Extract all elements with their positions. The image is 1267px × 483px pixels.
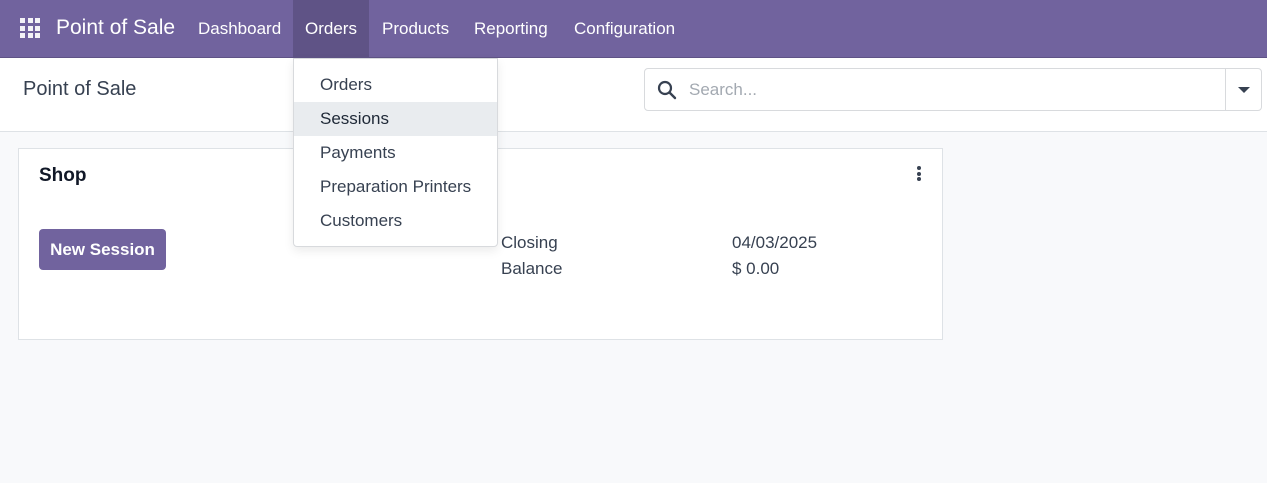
closing-label: Closing bbox=[501, 233, 558, 252]
dropdown-item-orders[interactable]: Orders bbox=[294, 68, 497, 102]
orders-dropdown: Orders Sessions Payments Preparation Pri… bbox=[293, 58, 498, 247]
search-box bbox=[644, 68, 1262, 111]
menu-products[interactable]: Products bbox=[370, 0, 461, 58]
search-options-toggle[interactable] bbox=[1225, 69, 1261, 110]
new-session-button[interactable]: New Session bbox=[39, 229, 166, 270]
menu-dashboard[interactable]: Dashboard bbox=[186, 0, 293, 58]
search-input[interactable] bbox=[689, 75, 1209, 105]
dropdown-item-payments[interactable]: Payments bbox=[294, 136, 497, 170]
app-brand[interactable]: Point of Sale bbox=[56, 16, 175, 40]
menu-orders[interactable]: Orders bbox=[293, 0, 369, 58]
breadcrumb: Point of Sale bbox=[23, 78, 137, 100]
control-panel: Point of Sale bbox=[0, 58, 1267, 132]
apps-menu-icon[interactable] bbox=[20, 18, 40, 38]
balance-label: Balance bbox=[501, 259, 563, 278]
menu-reporting[interactable]: Reporting bbox=[462, 0, 560, 58]
card-title: Shop bbox=[39, 165, 87, 186]
kebab-menu-icon[interactable] bbox=[915, 166, 923, 184]
dropdown-item-preparation-printers[interactable]: Preparation Printers bbox=[294, 170, 497, 204]
top-navbar: Point of Sale Dashboard Orders Products … bbox=[0, 0, 1267, 58]
dropdown-item-customers[interactable]: Customers bbox=[294, 204, 497, 238]
closing-value: 04/03/2025 bbox=[732, 233, 818, 252]
dropdown-item-sessions[interactable]: Sessions bbox=[294, 102, 497, 136]
caret-down-icon bbox=[1238, 87, 1250, 93]
balance-value: $ 0.00 bbox=[732, 259, 780, 278]
search-icon bbox=[657, 80, 677, 100]
menu-configuration[interactable]: Configuration bbox=[562, 0, 687, 58]
